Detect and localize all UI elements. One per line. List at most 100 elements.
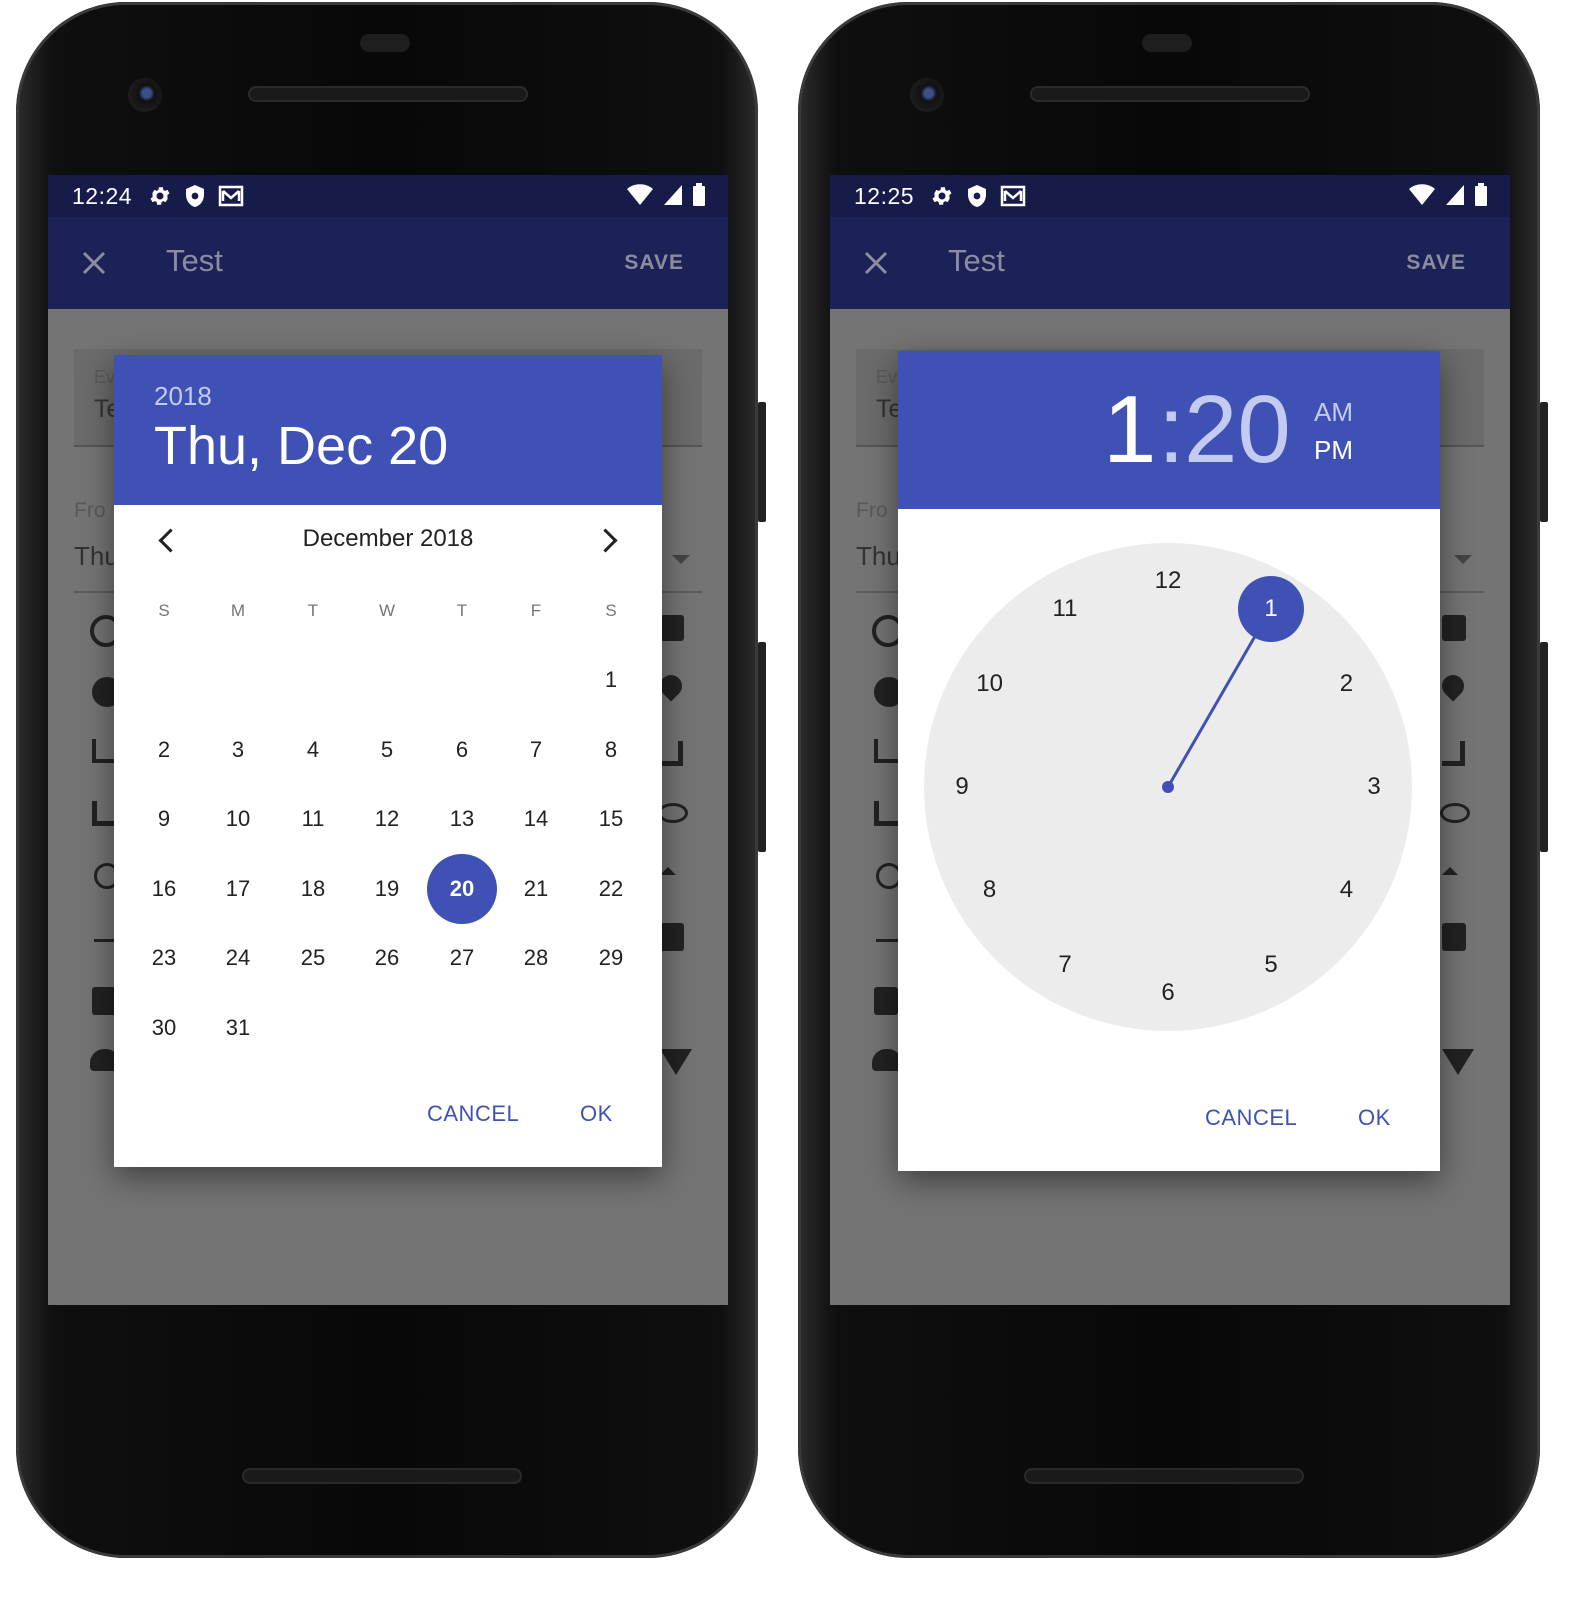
status-time: 12:24 — [72, 183, 133, 209]
assignment-returned-icon — [1442, 923, 1466, 951]
weekday-label: W — [378, 601, 396, 620]
weekday-label: F — [530, 601, 542, 620]
calendar-day[interactable]: 23 — [129, 923, 199, 993]
front-camera — [910, 78, 944, 112]
calendar-day[interactable]: 13 — [427, 784, 497, 854]
add-location-icon — [1437, 670, 1469, 702]
contacts-icon — [1442, 615, 1466, 641]
calendar-day[interactable]: 11 — [278, 784, 348, 854]
contacts-icon — [660, 615, 684, 641]
calendar-day[interactable]: 1 — [576, 645, 646, 715]
power-button — [1540, 642, 1548, 852]
calendar-day[interactable]: 24 — [203, 923, 273, 993]
status-system-icons — [1408, 183, 1488, 207]
year-label[interactable]: 2018 — [154, 381, 212, 412]
calendar-day[interactable]: 6 — [427, 715, 497, 785]
calendar-day[interactable]: 17 — [203, 854, 273, 924]
month-label: December 2018 — [302, 525, 474, 552]
calendar-day[interactable]: 27 — [427, 923, 497, 993]
front-camera — [128, 78, 162, 112]
seat-icon — [660, 741, 683, 766]
calendar-day[interactable]: 21 — [501, 854, 571, 924]
calendar-day[interactable]: 19 — [352, 854, 422, 924]
calendar-day[interactable]: 22 — [576, 854, 646, 924]
date-picker-header: 2018 Thu, Dec 20 — [114, 355, 662, 505]
am-toggle[interactable]: AM — [1314, 397, 1353, 428]
selected-day[interactable]: 20 — [427, 853, 497, 924]
calendar-day[interactable]: 25 — [278, 923, 348, 993]
date-picker-dialog: 2018 Thu, Dec 20 December 2018 SMTWTFS 1… — [114, 355, 662, 1167]
calendar-day[interactable]: 5 — [352, 715, 422, 785]
clock-hand — [1162, 636, 1256, 793]
settings-icon — [932, 187, 952, 205]
app-title: Test — [948, 243, 1005, 278]
selected-date-label[interactable]: Thu, Dec 20 — [154, 415, 448, 477]
pm-toggle[interactable]: PM — [1314, 435, 1353, 466]
left-phone-frame: 12:24 Test SAVE Ev Te Fro Thu 2018 Thu, … — [16, 2, 766, 1558]
save-button[interactable]: SAVE — [624, 251, 684, 275]
time-picker-dialog: 1 : 20 AM PM 12 1 2 3 4 5 6 7 8 9 10 11 CANCEL OK — [898, 351, 1440, 1171]
hour-display[interactable]: 1 — [1103, 375, 1156, 485]
mail-icon — [1000, 185, 1026, 207]
status-system-icons — [626, 183, 706, 207]
minute-display[interactable]: 20 — [1184, 375, 1291, 485]
settings-icon — [150, 187, 170, 205]
calendar-day[interactable]: 12 — [352, 784, 422, 854]
sensor-slot — [360, 34, 410, 52]
calendar-day[interactable]: 8 — [576, 715, 646, 785]
battery-icon — [1475, 183, 1487, 206]
shield-icon — [968, 185, 986, 207]
calendar-day[interactable]: 30 — [129, 993, 199, 1063]
volume-button — [1540, 402, 1548, 522]
calendar-day[interactable]: 28 — [501, 923, 571, 993]
calendar-day[interactable]: 2 — [129, 715, 199, 785]
expand-less-icon — [1442, 867, 1458, 875]
calendar-day[interactable]: 10 — [203, 784, 273, 854]
weekday-label: S — [158, 601, 170, 620]
status-notification-icons — [930, 182, 1026, 210]
sensor-slot — [1142, 34, 1192, 52]
mail-icon — [218, 185, 244, 207]
calendar-day[interactable]: 14 — [501, 784, 571, 854]
wifi-icon — [1409, 184, 1435, 205]
status-bar: 12:24 — [48, 175, 728, 217]
calendar-day[interactable]: 31 — [203, 993, 273, 1063]
calendar-day[interactable]: 29 — [576, 923, 646, 993]
add-shopping-cart-icon — [874, 739, 900, 763]
expand-less-icon — [660, 867, 676, 875]
status-time: 12:25 — [854, 183, 915, 209]
calendar-day[interactable]: 15 — [576, 784, 646, 854]
weekday-label: T — [456, 601, 468, 620]
ok-button[interactable]: OK — [1358, 1105, 1391, 1131]
cancel-button[interactable]: CANCEL — [1205, 1105, 1297, 1131]
calendar-day[interactable]: 9 — [129, 784, 199, 854]
field-label: Ev — [876, 367, 898, 387]
dropdown-caret-icon — [672, 555, 690, 564]
left-screen: 12:24 Test SAVE Ev Te Fro Thu 2018 Thu, … — [48, 175, 728, 1305]
hand-line — [1166, 636, 1256, 788]
airline-seat-icon — [874, 801, 899, 826]
calendar-day[interactable]: 18 — [278, 854, 348, 924]
all-inclusive-icon — [1440, 803, 1470, 823]
top-speaker — [1030, 86, 1310, 102]
calendar-day[interactable]: 16 — [129, 854, 199, 924]
clock-dial[interactable]: 12 1 2 3 4 5 6 7 8 9 10 11 — [924, 543, 1412, 1031]
bottom-speaker — [242, 1468, 522, 1484]
close-icon[interactable] — [860, 247, 892, 279]
save-button[interactable]: SAVE — [1406, 251, 1466, 275]
status-bar: 12:25 — [830, 175, 1510, 217]
all-inclusive-icon — [658, 803, 688, 823]
wifi-icon — [627, 184, 653, 205]
calendar-day[interactable]: 4 — [278, 715, 348, 785]
power-button — [758, 642, 766, 852]
assignment-turned-in-icon — [92, 987, 116, 1015]
close-icon[interactable] — [78, 247, 110, 279]
ok-button[interactable]: OK — [580, 1101, 613, 1127]
from-value: Thu — [74, 541, 119, 571]
status-notification-icons — [148, 182, 244, 210]
assignment-returned-icon — [660, 923, 684, 951]
cancel-button[interactable]: CANCEL — [427, 1101, 519, 1127]
calendar-day[interactable]: 7 — [501, 715, 571, 785]
calendar-day[interactable]: 3 — [203, 715, 273, 785]
calendar-day[interactable]: 26 — [352, 923, 422, 993]
